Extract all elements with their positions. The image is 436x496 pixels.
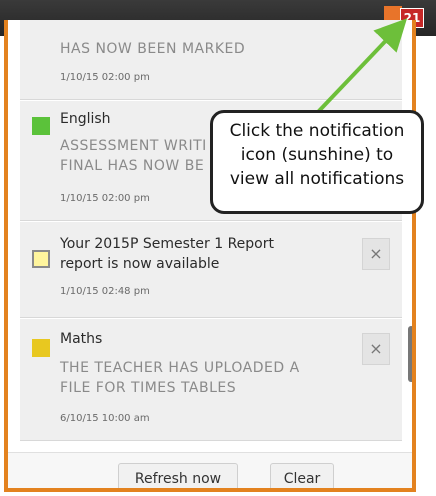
callout-line: icon (sunshine) to bbox=[240, 145, 394, 165]
callout-line: view all notifications bbox=[229, 169, 405, 189]
callout-arrow bbox=[316, 18, 408, 114]
callout-tooltip: Click the notification icon (sunshine) t… bbox=[210, 110, 424, 214]
callout-line: Click the notification bbox=[229, 121, 405, 141]
